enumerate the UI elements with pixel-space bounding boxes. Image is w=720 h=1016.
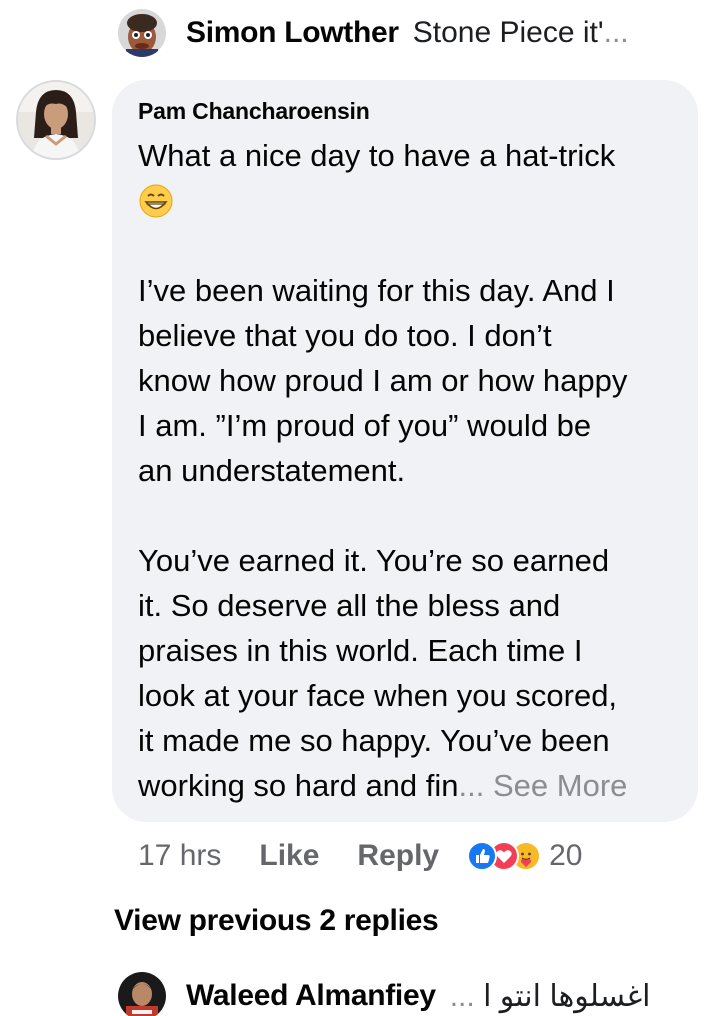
comment-bubble: Pam Chancharoensin What a nice day to ha… <box>112 80 698 822</box>
comment-line: You’ve earned it. You’re so earned <box>138 543 610 578</box>
reply-author-name[interactable]: Waleed Almanfiey <box>186 979 436 1013</box>
reply-snippet-text: Stone Piece it' <box>412 16 604 49</box>
emoji-line <box>138 178 678 223</box>
grinning-face-emoji-icon <box>138 183 174 219</box>
collapsed-reply[interactable]: Waleed Almanfiey ... اغسلوها انتو ا <box>118 972 651 1016</box>
reactions-summary[interactable]: 20 <box>467 839 583 873</box>
reply-snippet-text: اغسلوها انتو ا <box>483 979 651 1013</box>
reaction-count: 20 <box>549 839 583 872</box>
view-previous-replies-link[interactable]: View previous 2 replies <box>114 904 439 938</box>
like-button[interactable]: Like <box>259 839 319 873</box>
comment-line: praises in this world. Each time I <box>138 633 583 668</box>
avatar[interactable] <box>118 9 166 57</box>
comment-line: an understatement. <box>138 453 406 488</box>
reply-ellipsis: ... <box>603 16 629 49</box>
comment-author-name[interactable]: Pam Chancharoensin <box>138 98 678 125</box>
comment-line: know how proud I am or how happy <box>138 363 628 398</box>
reply-button[interactable]: Reply <box>357 839 439 873</box>
avatar[interactable] <box>16 80 96 160</box>
reply-author-name[interactable]: Simon Lowther <box>186 16 399 50</box>
reply-snippet: ... اغسلوها انتو ا <box>450 979 651 1014</box>
comment-line: What a nice day to have a hat-trick <box>138 138 616 173</box>
avatar[interactable] <box>118 972 166 1016</box>
comment-line: I am. ”I’m proud of you” would be <box>138 408 592 443</box>
comment-text: What a nice day to have a hat-trick I’ve… <box>138 133 678 808</box>
comment-line: it made me so happy. You’ve been <box>138 723 610 758</box>
see-more-link[interactable]: ... See More <box>459 768 628 803</box>
comment-line: look at your face when you scored, <box>138 678 618 713</box>
reply-ellipsis: ... <box>449 979 475 1013</box>
comment-line: it. So deserve all the bless and <box>138 588 561 623</box>
comment-thread: Simon Lowther Stone Piece it'... Pam Cha… <box>0 0 720 1016</box>
like-reaction-icon <box>467 841 498 871</box>
comment-last-line: working so hard and fin... See More <box>138 763 678 808</box>
comment-actions: 17 hrs Like Reply 20 <box>138 834 583 878</box>
collapsed-reply[interactable]: Simon Lowther Stone Piece it'... <box>118 8 629 58</box>
comment-timestamp[interactable]: 17 hrs <box>138 839 221 873</box>
comment-line: believe that you do too. I don’t <box>138 318 552 353</box>
reply-snippet: Stone Piece it'... <box>413 16 629 50</box>
comment-line-text: working so hard and fin <box>138 768 459 803</box>
comment-line: I’ve been waiting for this day. And I <box>138 273 615 308</box>
